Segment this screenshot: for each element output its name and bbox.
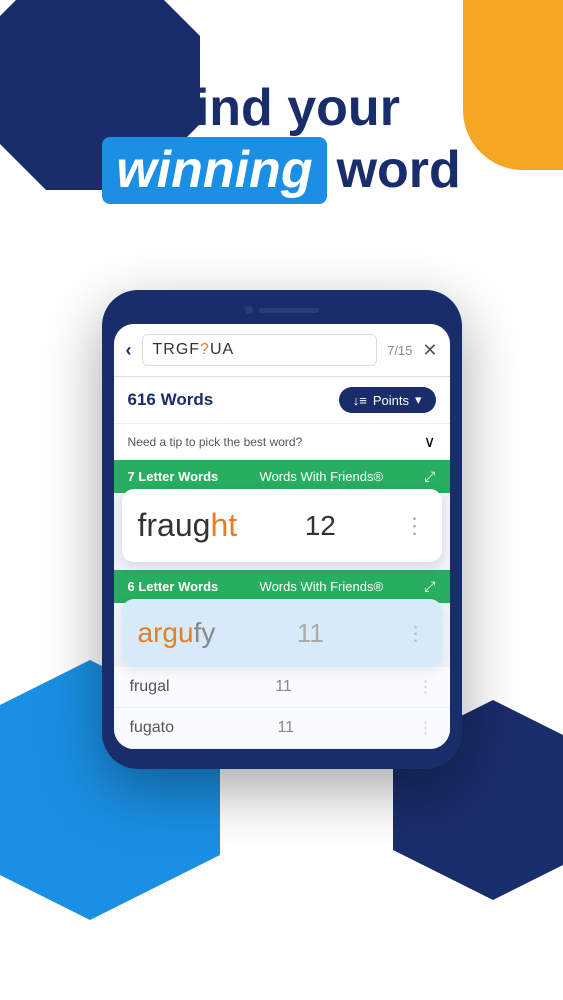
- tip-text: Need a tip to pick the best word?: [128, 435, 303, 449]
- hero-line1: Find your: [0, 80, 563, 137]
- tab-7letter-wwf: Words With Friends®: [260, 469, 383, 484]
- score-frugal: 11: [275, 678, 292, 696]
- winning-badge: winning: [102, 137, 326, 203]
- wildcard-char: ?: [200, 341, 210, 358]
- menu-icon-argufy[interactable]: ⋮: [405, 621, 425, 646]
- word-argufy: argufy: [138, 617, 216, 649]
- word-count: 616 Words: [128, 390, 214, 410]
- app-content: ‹ TRGF?UA 7/15 ✕ 616 Words ↓≡ Points ▾ N…: [114, 324, 450, 749]
- search-count: 7/15: [387, 343, 412, 358]
- word-card-argufy[interactable]: argufy 11 ⋮: [122, 599, 442, 667]
- word-fraught-highlight: ht: [210, 507, 237, 543]
- score-fugato: 11: [277, 719, 294, 737]
- clear-button[interactable]: ✕: [422, 340, 437, 361]
- tab-7letter-label: 7 Letter Words: [128, 469, 219, 484]
- word-card-fraught[interactable]: fraught 12 ⋮: [122, 489, 442, 562]
- word-fugato: fugato: [130, 719, 174, 737]
- menu-icon-fugato[interactable]: ⋮: [418, 718, 434, 738]
- words-header: 616 Words ↓≡ Points ▾: [114, 377, 450, 423]
- phone-speaker: [259, 308, 319, 313]
- expand-icon-7letter: ⤢: [424, 468, 435, 485]
- hero-section: Find your winning word: [0, 80, 563, 204]
- menu-icon-frugal[interactable]: ⋮: [417, 677, 433, 697]
- tab-6letter-wwf: Words With Friends®: [260, 579, 383, 594]
- back-button[interactable]: ‹: [126, 340, 132, 361]
- tip-bar[interactable]: Need a tip to pick the best word? ∨: [114, 423, 450, 460]
- word-fraught: fraught: [138, 507, 238, 544]
- score-argufy: 11: [297, 618, 324, 649]
- camera-dot: [245, 306, 253, 314]
- score-fraught: 12: [305, 510, 336, 542]
- word-row-frugal[interactable]: frugal 11 ⋮: [114, 667, 450, 708]
- hero-line2: winning word: [0, 137, 563, 203]
- sort-label: Points: [373, 393, 409, 408]
- chevron-down-icon: ▾: [415, 392, 422, 408]
- tab-6letter-label: 6 Letter Words: [128, 579, 219, 594]
- phone-notch: [114, 306, 450, 314]
- word-row-fugato[interactable]: fugato 11 ⋮: [114, 708, 450, 749]
- menu-icon-fraught[interactable]: ⋮: [404, 513, 426, 539]
- query-text: TRGF?UA: [153, 341, 235, 358]
- hero-word: word: [337, 139, 461, 201]
- search-query-display[interactable]: TRGF?UA: [142, 334, 378, 366]
- expand-icon-6letter: ⤢: [424, 578, 435, 595]
- phone-mockup: ‹ TRGF?UA 7/15 ✕ 616 Words ↓≡ Points ▾ N…: [102, 290, 462, 769]
- word-frugal: frugal: [130, 678, 170, 696]
- expand-icon: ∨: [424, 432, 436, 452]
- phone-frame: ‹ TRGF?UA 7/15 ✕ 616 Words ↓≡ Points ▾ N…: [102, 290, 462, 769]
- sort-icon: ↓≡: [353, 393, 367, 408]
- search-bar: ‹ TRGF?UA 7/15 ✕: [114, 324, 450, 377]
- sort-button[interactable]: ↓≡ Points ▾: [339, 387, 436, 413]
